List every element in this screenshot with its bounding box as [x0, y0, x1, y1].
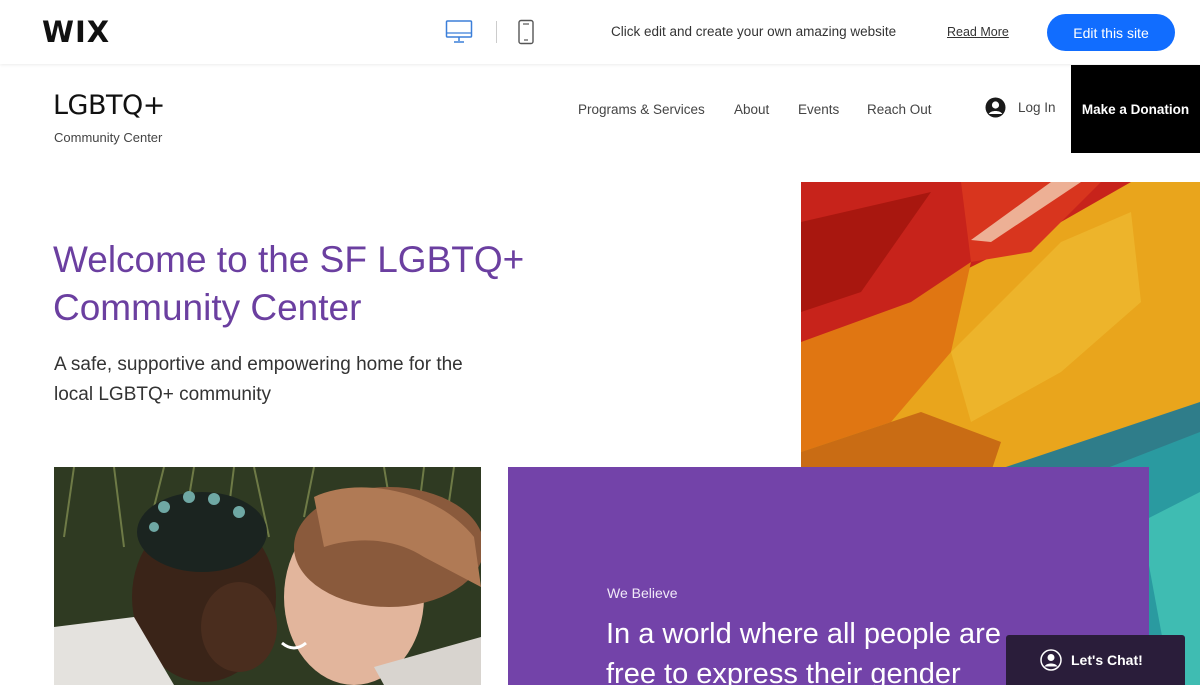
chat-user-icon: [1040, 649, 1062, 671]
hero-subtitle-line-1: A safe, supportive and empowering home f…: [54, 354, 463, 375]
nav-about[interactable]: About: [734, 102, 769, 117]
we-believe-label: We Believe: [607, 585, 678, 601]
make-donation-button[interactable]: Make a Donation: [1071, 65, 1200, 153]
hero-title-line-1: Welcome to the SF LGBTQ+: [53, 239, 525, 280]
wix-top-bar: WIX Click edit and create your own amazi…: [0, 0, 1200, 64]
desktop-view-icon[interactable]: [445, 19, 473, 45]
edit-site-button[interactable]: Edit this site: [1047, 14, 1175, 51]
wix-promo-message: Click edit and create your own amazing w…: [611, 24, 897, 39]
hero-title: Welcome to the SF LGBTQ+ Community Cente…: [53, 236, 613, 332]
read-more-link[interactable]: Read More: [947, 25, 1009, 39]
wix-logo[interactable]: WIX: [42, 15, 110, 49]
login-button[interactable]: Log In: [985, 97, 1056, 118]
couple-photo: [54, 467, 481, 685]
nav-reach-out[interactable]: Reach Out: [867, 102, 932, 117]
hero-title-line-2: Community Center: [53, 287, 362, 328]
login-label: Log In: [1018, 100, 1056, 115]
user-avatar-icon: [985, 97, 1006, 118]
site-logo-subtitle: Community Center: [54, 130, 163, 145]
hero-subtitle-line-2: local LGBTQ+ community: [54, 384, 271, 405]
hero-subtitle: A safe, supportive and empowering home f…: [54, 350, 554, 410]
device-separator: [496, 21, 497, 43]
site-logo[interactable]: LGBTQ+: [53, 90, 165, 121]
nav-events[interactable]: Events: [798, 102, 839, 117]
nav-programs-services[interactable]: Programs & Services: [578, 102, 705, 117]
mobile-view-icon[interactable]: [517, 19, 535, 45]
lets-chat-button[interactable]: Let's Chat!: [1006, 635, 1185, 685]
lets-chat-label: Let's Chat!: [1071, 652, 1143, 668]
